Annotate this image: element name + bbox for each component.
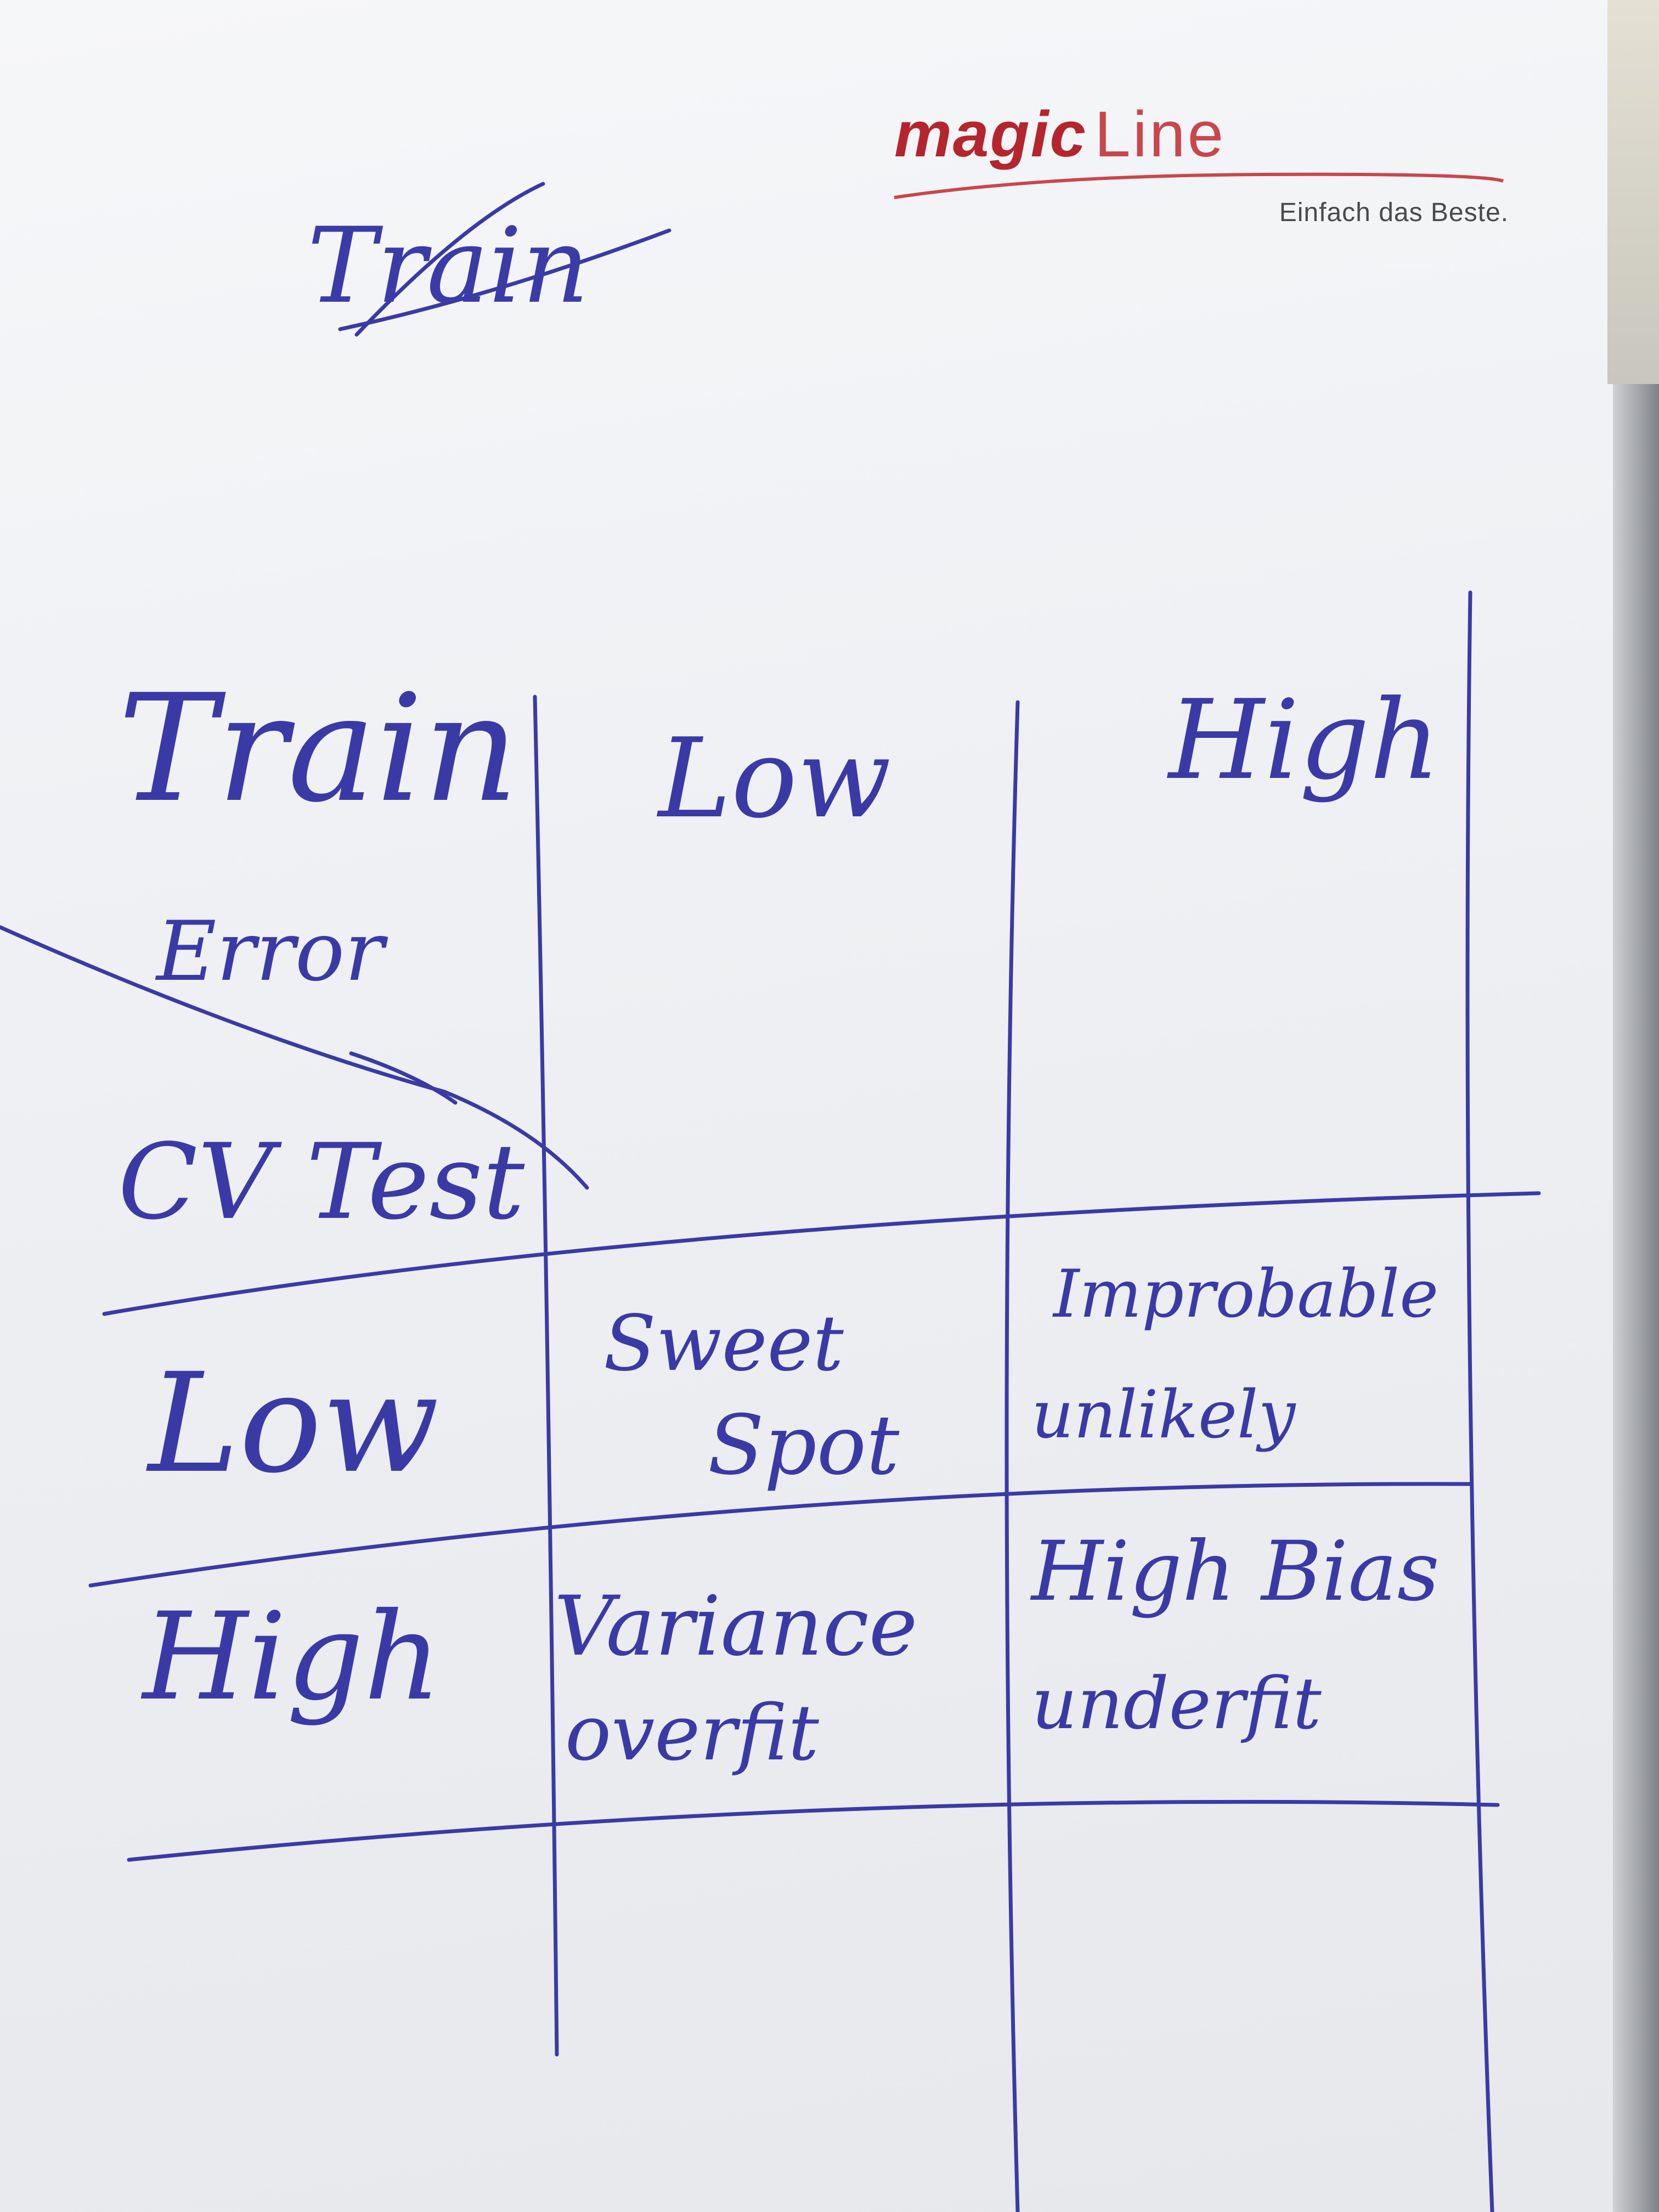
grid-line-vertical-1 xyxy=(533,695,559,2057)
hand-drawn-grid xyxy=(0,182,1541,2212)
cell-variance-line-1: Variance xyxy=(554,1579,918,1674)
grid-line-vertical-3 xyxy=(1465,590,1494,2212)
row-header-high: High xyxy=(143,1587,442,1727)
cell-high-bias-line-2: underfit xyxy=(1031,1662,1322,1745)
corner-label-cv-test: CV Test xyxy=(118,1121,525,1243)
row-header-low: Low xyxy=(148,1344,439,1503)
cell-high-bias-line-1: High Bias xyxy=(1031,1524,1440,1620)
cell-improbable-line-2: unlikely xyxy=(1031,1377,1296,1453)
cell-sweet-spot-line-2: Spot xyxy=(708,1398,900,1493)
grid-line-vertical-2 xyxy=(1005,700,1020,2212)
column-header-low: Low xyxy=(658,715,891,843)
cell-variance-line-2: overfit xyxy=(565,1689,819,1778)
cell-improbable-line-1: Improbable xyxy=(1053,1256,1439,1333)
top-scribble: Train xyxy=(307,205,589,326)
cell-sweet-spot-line-1: Sweet xyxy=(603,1299,844,1389)
column-header-high: High xyxy=(1169,676,1441,804)
corner-label-error: Error xyxy=(156,904,384,1000)
grid-line-horizontal-3 xyxy=(127,1799,1500,1862)
corner-label-train: Train xyxy=(118,662,519,835)
